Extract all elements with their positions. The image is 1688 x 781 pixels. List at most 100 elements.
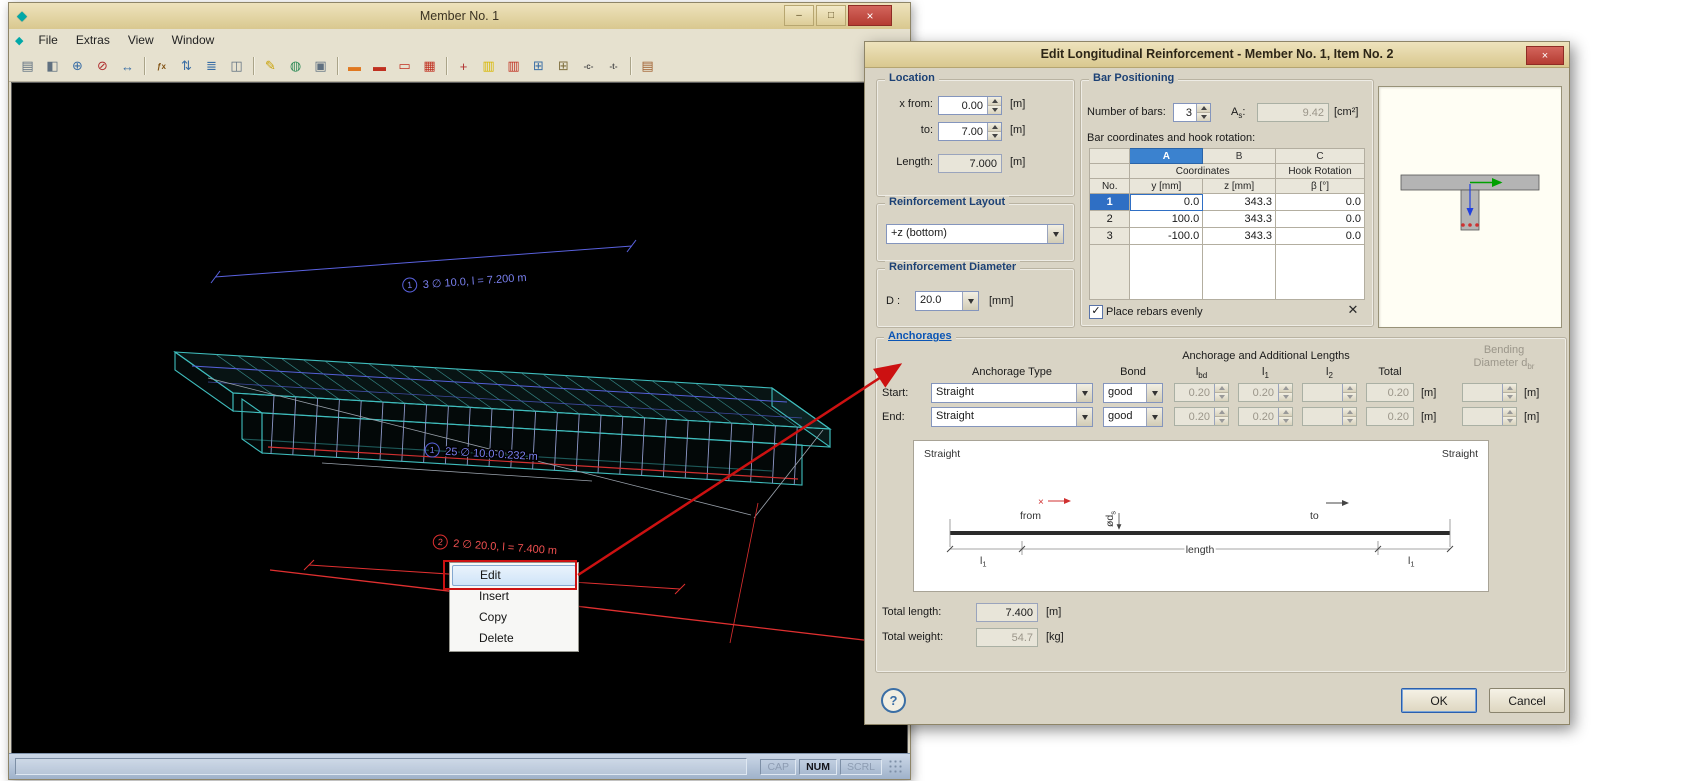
spin-down-icon[interactable] bbox=[1197, 112, 1210, 121]
to-spinner[interactable] bbox=[987, 123, 1001, 140]
start-anchorage-type-select[interactable]: Straight bbox=[931, 383, 1093, 403]
place-rebars-evenly-checkbox[interactable]: ✓ bbox=[1089, 305, 1103, 319]
row-number[interactable]: 2 bbox=[1088, 210, 1131, 228]
diameter-select[interactable]: 20.0 bbox=[915, 291, 979, 311]
column-header-a[interactable]: A bbox=[1129, 148, 1204, 164]
spin-down-icon[interactable] bbox=[988, 105, 1001, 114]
menu-view[interactable]: View bbox=[119, 31, 163, 49]
menu-app-icon[interactable]: ◆ bbox=[15, 34, 23, 47]
zoom-in-icon[interactable]: ⊕ bbox=[66, 55, 89, 78]
main-window-titlebar[interactable]: ◆ Member No. 1 – □ × bbox=[9, 3, 910, 30]
viewport-3d[interactable]: 1 3 ∅ 10.0, l = 7.200 m 1 25 ∅ 10.0·0.23… bbox=[11, 82, 908, 754]
cell-z[interactable]: 343.3 bbox=[1202, 227, 1276, 245]
function-icon[interactable]: ƒx bbox=[150, 55, 173, 78]
cell-z[interactable]: 343.3 bbox=[1202, 193, 1276, 211]
dropdown-arrow-icon[interactable] bbox=[1076, 384, 1092, 402]
cell-z[interactable]: 343.3 bbox=[1202, 210, 1276, 228]
column-header-c[interactable]: C bbox=[1275, 148, 1365, 164]
length-label: Length: bbox=[896, 156, 933, 168]
number-of-bars-spinner[interactable] bbox=[1196, 104, 1210, 121]
edit-pencil-icon[interactable]: ✎ bbox=[259, 55, 282, 78]
zoom-cancel-icon[interactable]: ⊘ bbox=[91, 55, 114, 78]
close-icon[interactable]: × bbox=[848, 5, 892, 26]
dialog-close-icon[interactable]: × bbox=[1526, 46, 1564, 65]
x-from-spinner[interactable] bbox=[987, 97, 1001, 114]
dropdown-arrow-icon[interactable] bbox=[1146, 384, 1162, 402]
cell-y[interactable]: 0.0 bbox=[1129, 193, 1204, 211]
panels-icon[interactable]: ◫ bbox=[225, 55, 248, 78]
dropdown-arrow-icon[interactable] bbox=[962, 292, 978, 310]
cell-y[interactable]: -100.0 bbox=[1129, 227, 1204, 245]
cell-beta[interactable]: 0.0 bbox=[1275, 210, 1365, 228]
dialog-titlebar[interactable]: Edit Longitudinal Reinforcement - Member… bbox=[865, 42, 1569, 68]
axes-icon[interactable]: + bbox=[452, 55, 475, 78]
render-icon[interactable]: ◧ bbox=[41, 55, 64, 78]
table-row[interactable]: 1 0.0 343.3 0.0 bbox=[1088, 193, 1365, 211]
dropdown-arrow-icon[interactable] bbox=[1146, 408, 1162, 426]
list-items-icon[interactable]: ≣ bbox=[200, 55, 223, 78]
bar-coordinates-table[interactable]: A B C Coordinates Hook Rotation No. y [m… bbox=[1088, 148, 1365, 300]
spin-down-icon[interactable] bbox=[988, 131, 1001, 140]
result-solid-orange-icon[interactable]: ▬ bbox=[343, 55, 366, 78]
cell-beta[interactable]: 0.0 bbox=[1275, 227, 1365, 245]
menu-file[interactable]: File bbox=[29, 31, 66, 49]
result-frame-icon[interactable]: ▭ bbox=[393, 55, 416, 78]
help-icon[interactable]: ? bbox=[881, 688, 906, 713]
context-menu-item-copy[interactable]: Copy bbox=[452, 607, 576, 628]
print-color-icon[interactable]: ▤ bbox=[636, 55, 659, 78]
table-row[interactable]: 2 100.0 343.3 0.0 bbox=[1088, 210, 1365, 228]
menu-window[interactable]: Window bbox=[163, 31, 224, 49]
start-l1-input: 0.20 bbox=[1238, 383, 1293, 402]
dropdown-arrow-icon[interactable] bbox=[1047, 225, 1063, 243]
tension-icon[interactable]: -t- bbox=[602, 55, 625, 78]
context-menu-item-insert[interactable]: Insert bbox=[452, 586, 576, 607]
maximize-icon[interactable]: □ bbox=[816, 5, 846, 26]
globe-icon[interactable]: ◍ bbox=[284, 55, 307, 78]
to-input[interactable]: 7.00 bbox=[938, 122, 1002, 141]
l1-right-label: l1 bbox=[1408, 555, 1415, 569]
pan-icon[interactable]: ↔ bbox=[116, 55, 139, 78]
anchorages-title[interactable]: Anchorages bbox=[884, 330, 956, 342]
result-solid-red-icon[interactable]: ▬ bbox=[368, 55, 391, 78]
spin-up-icon[interactable] bbox=[988, 123, 1001, 131]
table-grid-icon[interactable]: ⊞ bbox=[527, 55, 550, 78]
start-l2-input bbox=[1302, 383, 1357, 402]
diagram-red-icon[interactable]: ▥ bbox=[502, 55, 525, 78]
table-row[interactable]: 3 -100.0 343.3 0.0 bbox=[1088, 227, 1365, 245]
minimize-icon[interactable]: – bbox=[784, 5, 814, 26]
cancel-button[interactable]: Cancel bbox=[1489, 688, 1565, 713]
menu-extras[interactable]: Extras bbox=[67, 31, 119, 49]
delete-rebar-icon[interactable]: ✕ bbox=[1343, 300, 1363, 320]
end-anchorage-type-select[interactable]: Straight bbox=[931, 407, 1093, 427]
spin-up-icon[interactable] bbox=[1197, 104, 1210, 112]
end-bond-select[interactable]: good bbox=[1103, 407, 1163, 427]
result-hatch-icon[interactable]: ▦ bbox=[418, 55, 441, 78]
to-label: to: bbox=[920, 124, 933, 136]
num-lock-indicator: NUM bbox=[799, 758, 837, 775]
column-header-b[interactable]: B bbox=[1202, 148, 1276, 164]
start-bond-select[interactable]: good bbox=[1103, 383, 1163, 403]
coordinates-header: Coordinates bbox=[1129, 163, 1276, 179]
snapshot-icon[interactable]: ▣ bbox=[309, 55, 332, 78]
spin-up-icon[interactable] bbox=[988, 97, 1001, 105]
print-icon[interactable]: ▤ bbox=[16, 55, 39, 78]
layout-select[interactable]: +z (bottom) bbox=[886, 224, 1064, 244]
x-from-input[interactable]: 0.00 bbox=[938, 96, 1002, 115]
row-number[interactable]: 3 bbox=[1088, 227, 1131, 245]
cell-beta[interactable]: 0.0 bbox=[1275, 193, 1365, 211]
dimension-top-bars[interactable]: 1 3 ∅ 10.0, l = 7.200 m bbox=[210, 239, 637, 293]
row-number[interactable]: 1 bbox=[1088, 193, 1131, 211]
compression-icon[interactable]: -c- bbox=[577, 55, 600, 78]
context-menu-item-delete[interactable]: Delete bbox=[452, 628, 576, 649]
cell-y[interactable]: 100.0 bbox=[1129, 210, 1204, 228]
spinner bbox=[1342, 384, 1356, 401]
statusbar-grip-icon[interactable] bbox=[888, 758, 904, 775]
diagram-yellow-icon[interactable]: ▥ bbox=[477, 55, 500, 78]
table-grid-2-icon[interactable]: ⊞ bbox=[552, 55, 575, 78]
context-menu-item-edit[interactable]: Edit bbox=[452, 565, 576, 586]
sort-items-icon[interactable]: ⇅ bbox=[175, 55, 198, 78]
dropdown-arrow-icon[interactable] bbox=[1076, 408, 1092, 426]
dimension-bottom-bars-label[interactable]: 2 2 ∅ 20.0, l = 7.400 m bbox=[432, 534, 559, 559]
ok-button[interactable]: OK bbox=[1401, 688, 1477, 713]
number-of-bars-input[interactable]: 3 bbox=[1173, 103, 1211, 122]
